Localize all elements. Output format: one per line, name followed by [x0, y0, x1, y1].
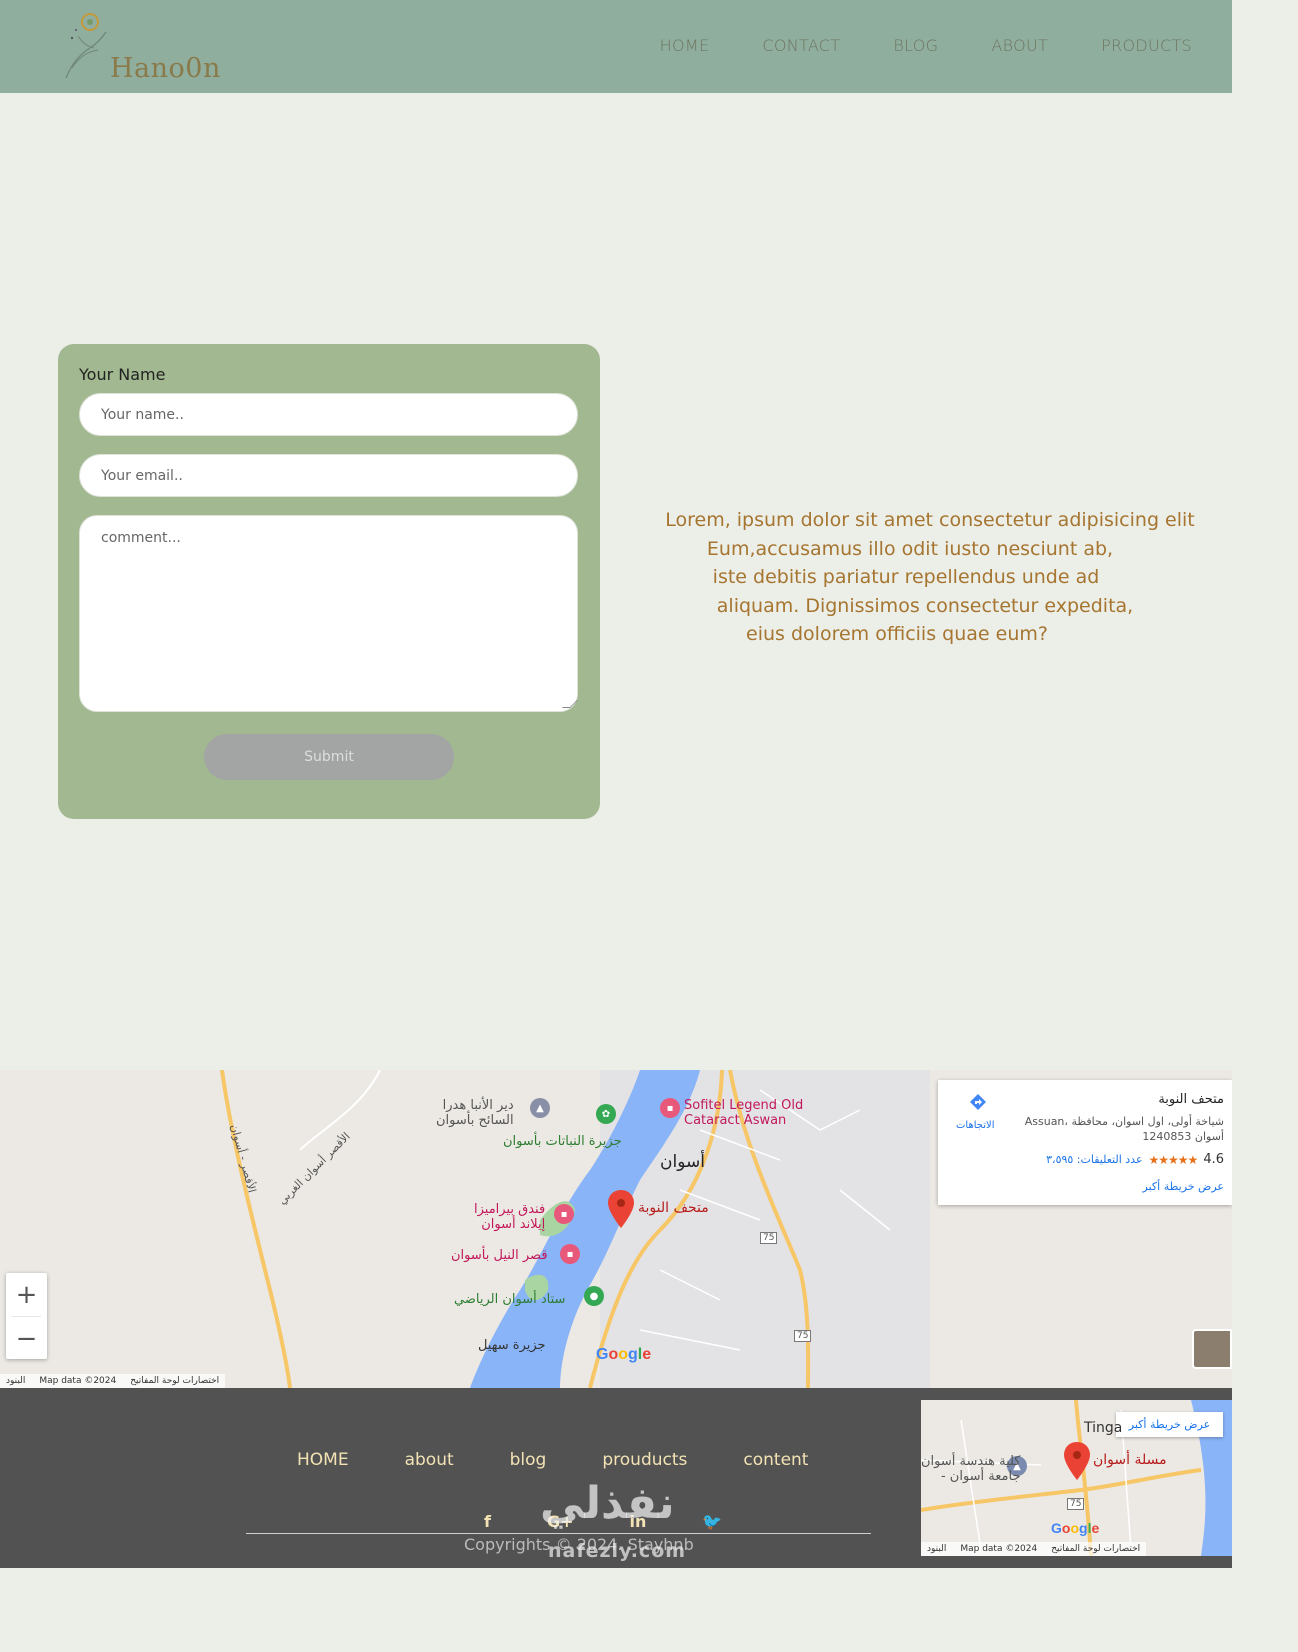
museum-pin-icon[interactable]: [608, 1190, 634, 1228]
keyboard-shortcuts-link[interactable]: اختصارات لوحة المفاتيح: [130, 1376, 219, 1386]
pyramisa-label: فندق بيراميزا إيلاند أسوان: [474, 1202, 546, 1232]
footer-nav-blog[interactable]: blog: [510, 1450, 547, 1470]
botanical-garden-icon: ✿: [596, 1104, 616, 1124]
terms-link[interactable]: البنود: [6, 1376, 25, 1386]
rating-value: 4.6: [1203, 1152, 1224, 1167]
intro-line: aliquam. Dignissimos consectetur expedit…: [716, 594, 1134, 617]
aswan-city-label: أسوان: [660, 1152, 705, 1172]
watermark-url: nafezly.com: [548, 1540, 687, 1562]
name-label: Your Name: [79, 365, 166, 384]
botanical-garden-label: جزيرة النباتات بأسوان: [503, 1134, 622, 1149]
zoom-in-button[interactable]: +: [6, 1273, 47, 1316]
site-header: Hano0n HOME CONTACT BLOG ABOUT PRODUCTS: [0, 0, 1232, 93]
directions-label[interactable]: الاتجاهات: [956, 1120, 995, 1131]
intro-line: Lorem, ipsum dolor sit amet consectetur …: [665, 509, 1195, 531]
sohail-island-label: جزيرة سهيل: [478, 1338, 546, 1353]
footer-larger-map-button[interactable]: عرض خريطة أكبر: [1116, 1412, 1223, 1437]
footer-map-attribution: البنود Map data ©2024 اختصارات لوحة المف…: [921, 1542, 1147, 1556]
nav-products[interactable]: PRODUCTS: [1101, 36, 1192, 55]
contact-form: Your Name Your name.. Your email.. comme…: [58, 344, 600, 819]
email-input[interactable]: Your email..: [79, 454, 578, 497]
obelisk-label[interactable]: مسلة أسوان: [1093, 1452, 1167, 1468]
footer-map[interactable]: عرض خريطة أكبر Tinga مسلة أسوان ▲ كلية ه…: [921, 1400, 1232, 1556]
place-rating: عدد التعليقات: ٣،٥٩٥ ★★★★★ 4.6: [1046, 1152, 1224, 1167]
comment-textarea[interactable]: comment...: [79, 515, 578, 712]
footer-map-data-text: Map data ©2024: [960, 1544, 1038, 1554]
map-data-text: Map data ©2024: [39, 1376, 117, 1386]
nile-palace-label: قصر النيل بأسوان: [451, 1248, 548, 1263]
embedded-map[interactable]: ▪ Sofitel Legend Old Cataract Aswan ▲ دي…: [0, 1070, 1232, 1388]
place-info-card: الاتجاهات متحف النوبة Assuan، شياخة أولى…: [938, 1080, 1232, 1205]
larger-map-link[interactable]: عرض خريطة أكبر: [1143, 1180, 1224, 1193]
nile-palace-icon: ▪: [560, 1244, 580, 1264]
place-title: متحف النوبة: [1158, 1092, 1224, 1107]
twitter-icon[interactable]: 🐦: [702, 1512, 722, 1531]
pyramisa-hotel-icon: ▪: [554, 1204, 574, 1224]
map-attribution: البنود Map data ©2024 اختصارات لوحة المف…: [0, 1374, 226, 1388]
monastery-icon: ▲: [530, 1098, 550, 1118]
sofitel-hotel-icon[interactable]: ▪: [660, 1098, 680, 1118]
footer-road-75-label: 75: [1067, 1498, 1085, 1510]
nav-home[interactable]: HOME: [660, 36, 710, 55]
footer-google-logo: Google: [1051, 1520, 1100, 1536]
tinga-label: Tinga: [1084, 1420, 1123, 1436]
obelisk-pin-icon[interactable]: [1064, 1442, 1090, 1480]
footer-nav-content[interactable]: content: [743, 1450, 808, 1470]
college-label: كلية هندسة أسوان - جامعة أسوان: [921, 1454, 1021, 1484]
logo-text: Hano0n: [110, 53, 221, 84]
footer-keyboard-shortcuts-link[interactable]: اختصارات لوحة المفاتيح: [1051, 1544, 1140, 1554]
place-address: Assuan، شياخة أولى، اول اسوان، محافظة أس…: [1024, 1115, 1224, 1143]
main-nav: HOME CONTACT BLOG ABOUT PRODUCTS: [660, 36, 1192, 55]
facebook-icon[interactable]: f: [484, 1512, 491, 1531]
reviews-link[interactable]: عدد التعليقات: ٣،٥٩٥: [1046, 1153, 1142, 1166]
zoom-out-button[interactable]: −: [6, 1317, 47, 1360]
submit-button[interactable]: Submit: [204, 734, 454, 780]
nav-about[interactable]: ABOUT: [991, 36, 1048, 55]
nav-contact[interactable]: CONTACT: [762, 36, 840, 55]
stadium-label: ستاد أسوان الرياضي: [454, 1292, 566, 1307]
intro-text: Lorem, ipsum dolor sit amet consectetur …: [640, 506, 1220, 649]
road-75-label: 75: [760, 1232, 778, 1244]
footer-nav: HOME about blog prouducts content: [297, 1450, 808, 1470]
footer-terms-link[interactable]: البنود: [927, 1544, 946, 1554]
name-placeholder: Your name..: [101, 406, 184, 423]
footer-divider: [246, 1533, 871, 1534]
logo[interactable]: Hano0n: [56, 8, 226, 88]
directions-icon[interactable]: [968, 1092, 988, 1112]
resize-handle[interactable]: [562, 700, 578, 708]
watermark-logo: نفذلي: [540, 1478, 675, 1529]
comment-placeholder: comment...: [101, 530, 181, 546]
monastery-label: دير الأنبا هدرا السائح بأسوان: [436, 1098, 514, 1128]
name-input[interactable]: Your name..: [79, 393, 578, 436]
stadium-icon: ●: [584, 1286, 604, 1306]
intro-line: eius dolorem officiis quae eum?: [746, 623, 1048, 645]
museum-label[interactable]: متحف النوبة: [638, 1200, 709, 1216]
intro-line: iste debitis pariatur repellendus unde a…: [712, 566, 1100, 588]
footer-nav-products[interactable]: prouducts: [602, 1450, 687, 1470]
street-view-icon[interactable]: [1192, 1329, 1232, 1369]
google-logo: Google: [596, 1346, 652, 1363]
nav-blog[interactable]: BLOG: [893, 36, 938, 55]
footer-nav-about[interactable]: about: [405, 1450, 454, 1470]
sofitel-label[interactable]: Sofitel Legend Old Cataract Aswan: [684, 1098, 803, 1128]
footer-nav-home[interactable]: HOME: [297, 1450, 349, 1470]
rating-stars: ★★★★★: [1148, 1152, 1199, 1167]
zoom-control: + −: [6, 1273, 47, 1359]
logo-hand-icon: [65, 13, 107, 79]
intro-line: Eum,accusamus illo odit iusto nesciunt a…: [706, 537, 1114, 560]
email-placeholder: Your email..: [101, 467, 183, 484]
road-75-label: 75: [794, 1330, 812, 1342]
